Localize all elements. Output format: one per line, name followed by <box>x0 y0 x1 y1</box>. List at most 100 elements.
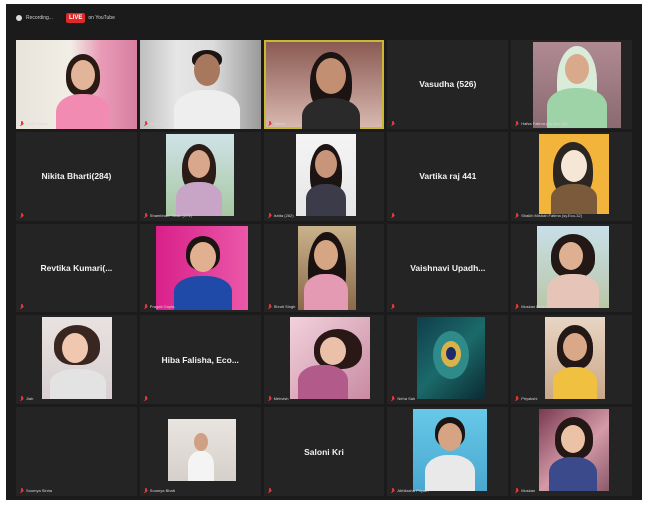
participant-tile[interactable]: Abhilasha Priyam <box>387 407 509 496</box>
participant-tile[interactable]: Pragati Gupta <box>139 223 261 313</box>
participant-tile[interactable]: Muskan Bharti <box>511 223 632 313</box>
participant-label <box>391 212 504 218</box>
mic-muted-icon <box>20 212 24 218</box>
participant-tile[interactable]: Hafsa Fatima (Hy-Eco 32) <box>511 40 632 129</box>
participant-tile[interactable]: Nikita Bharti(284) <box>16 131 137 221</box>
mic-muted-icon <box>515 488 519 493</box>
participant-label: Abhilasha Priyam <box>391 488 504 493</box>
participant-label <box>391 120 504 126</box>
recording-label: Recording... <box>26 15 53 21</box>
participant-video <box>533 42 622 128</box>
participant-tile[interactable]: Vasudha (526) <box>387 40 509 129</box>
participant-name: Vaishnavi Upadh... <box>410 262 486 273</box>
participant-label: Priyakshi <box>515 396 628 401</box>
participant-video <box>139 40 261 129</box>
participant-video <box>295 133 356 216</box>
mic-muted-icon <box>144 212 148 218</box>
participant-tile[interactable]: Hiba Falisha, Eco... <box>139 315 261 405</box>
participant-tile[interactable]: Shruti Singh <box>263 223 385 313</box>
meeting-topbar: Recording... LIVE on YouTube <box>6 4 642 38</box>
participant-video <box>155 225 248 310</box>
participant-tile[interactable]: Soumya Bhatt <box>139 407 261 496</box>
participant-label: Nilima <box>268 120 381 126</box>
participant-label <box>268 488 381 493</box>
participant-video <box>16 40 137 129</box>
participant-tile[interactable]: Mehvish <box>263 315 385 405</box>
participant-tile[interactable]: Shambhavi Tiwari (174) <box>139 131 261 221</box>
participant-label <box>20 212 133 218</box>
mic-muted-icon <box>391 120 395 126</box>
mic-muted-icon <box>144 304 148 309</box>
live-label: on YouTube <box>88 15 115 21</box>
participant-tile[interactable]: Shifa Fatima <box>16 40 137 129</box>
participant-video <box>297 225 356 310</box>
mic-muted-icon <box>515 212 519 218</box>
participant-label: Muskan <box>515 488 628 493</box>
participant-video <box>165 133 234 216</box>
participant-tile[interactable]: Vartika raj 441 <box>387 131 509 221</box>
mic-icon <box>268 120 272 126</box>
mic-muted-icon <box>20 120 24 126</box>
participant-tile[interactable]: Soumya Sinha <box>16 407 137 496</box>
meeting-window: Recording... LIVE on YouTube Shifa Fatim… <box>6 4 642 500</box>
mic-muted-icon <box>391 488 395 493</box>
participant-label: Soumya Bhatt <box>144 488 257 493</box>
mic-muted-icon <box>268 396 272 401</box>
participant-tile[interactable]: Shaikh Misbah Fatima (sy.Eco-32) <box>511 131 632 221</box>
participant-grid: Shifa Fatima Amit Joshi Nilima Vasudha (… <box>16 40 632 496</box>
participant-video <box>42 317 112 400</box>
participant-name: Hiba Falisha, Eco... <box>161 354 239 365</box>
participant-label: Soumya Sinha <box>20 488 133 493</box>
participant-tile[interactable]: Saloni Kri <box>263 407 385 496</box>
participant-tile[interactable]: Jiah <box>16 315 137 405</box>
mic-muted-icon <box>515 304 519 309</box>
mic-muted-icon <box>515 396 519 401</box>
participant-label: Muskan Bharti <box>515 304 628 309</box>
participant-label <box>20 304 133 309</box>
participant-video <box>545 317 606 400</box>
participant-name: Vartika raj 441 <box>419 171 477 182</box>
participant-video <box>537 225 610 308</box>
participant-label: Amit Joshi <box>144 120 257 126</box>
participant-label <box>144 396 257 401</box>
mic-muted-icon <box>268 488 272 493</box>
participant-video <box>167 419 236 482</box>
recording-indicator[interactable]: Recording... <box>16 12 53 24</box>
mic-muted-icon <box>144 120 148 126</box>
mic-muted-icon <box>515 120 519 126</box>
participant-tile-active-speaker[interactable]: Nilima <box>263 40 385 129</box>
participant-name: Revtika Kumari(... <box>40 262 113 273</box>
participant-tile[interactable]: Muskan <box>511 407 632 496</box>
mic-muted-icon <box>391 396 395 401</box>
participant-label: Ishita (262) <box>268 212 381 218</box>
participant-label: Jiah <box>20 396 133 401</box>
participant-name: Saloni Kri <box>304 446 344 457</box>
record-icon <box>16 15 22 21</box>
live-badge: LIVE <box>66 13 86 23</box>
participant-tile[interactable]: Revtika Kumari(... <box>16 223 137 313</box>
mic-muted-icon <box>268 212 272 218</box>
participant-video <box>413 409 488 492</box>
participant-tile[interactable]: Ishita (262) <box>263 131 385 221</box>
participant-name: Nikita Bharti(284) <box>41 171 112 182</box>
live-indicator[interactable]: LIVE on YouTube <box>66 12 115 24</box>
participant-video <box>417 317 486 400</box>
participant-label: Hafsa Fatima (Hy-Eco 32) <box>515 120 628 126</box>
participant-name: Vasudha (526) <box>419 79 477 90</box>
participant-tile[interactable]: Priyakshi <box>511 315 632 405</box>
mic-muted-icon <box>144 488 148 493</box>
mic-muted-icon <box>391 304 395 309</box>
participant-label: Shifa Fatima <box>20 120 133 126</box>
participant-video <box>265 42 383 129</box>
participant-tile[interactable]: Amit Joshi <box>139 40 261 129</box>
participant-label: Shaikh Misbah Fatima (sy.Eco-32) <box>515 212 628 218</box>
mic-muted-icon <box>20 304 24 309</box>
participant-video <box>289 317 370 400</box>
mic-muted-icon <box>268 304 272 309</box>
mic-muted-icon <box>20 396 24 401</box>
mic-muted-icon <box>20 488 24 493</box>
participant-label: Shruti Singh <box>268 304 381 309</box>
mic-muted-icon <box>144 396 148 401</box>
participant-tile[interactable]: Neha Sah <box>387 315 509 405</box>
participant-tile[interactable]: Vaishnavi Upadh... <box>387 223 509 313</box>
